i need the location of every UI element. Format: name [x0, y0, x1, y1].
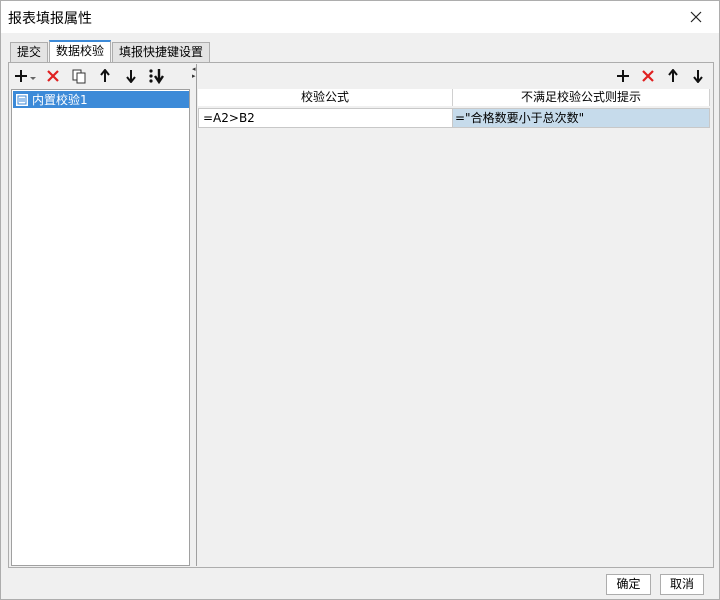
delete-button[interactable]: [40, 65, 66, 87]
table-row: =A2>B2 ="合格数要小于总次数": [198, 108, 710, 128]
collapse-right-icon[interactable]: ▸: [192, 73, 196, 80]
column-header-message: 不满足校验公式则提示: [453, 89, 710, 106]
list-item-label: 内置校验1: [32, 93, 88, 107]
cancel-button[interactable]: 取消: [660, 574, 704, 595]
delete-formula-button[interactable]: [635, 65, 660, 87]
formula-cell[interactable]: =A2>B2: [198, 108, 453, 128]
delete-icon: [47, 70, 59, 82]
message-cell[interactable]: ="合格数要小于总次数": [453, 108, 710, 128]
report-fill-properties-dialog: 报表填报属性 提交 数据校验 填报快捷键设置 内置校验1 ◂ ▸ 校验公式 不满…: [0, 0, 720, 600]
add-dropdown-button[interactable]: [14, 65, 40, 87]
plus-icon: [616, 70, 629, 82]
validation-list-pane: 内置校验1: [10, 64, 195, 566]
left-toolbar: [10, 64, 195, 88]
title-bar: 报表填报属性: [1, 1, 719, 33]
close-button[interactable]: [673, 1, 719, 33]
delete-icon: [641, 70, 654, 82]
close-icon: [690, 11, 702, 23]
copy-icon: [72, 69, 86, 83]
right-toolbar: [610, 64, 710, 88]
move-formula-up-button[interactable]: [660, 65, 685, 87]
tab-panel: 内置校验1 ◂ ▸ 校验公式 不满足校验公式则提示 =A2>B2 ="合格数要小…: [8, 62, 714, 568]
move-bottom-button[interactable]: [144, 65, 170, 87]
tab-data-validation[interactable]: 数据校验: [49, 40, 112, 63]
ok-button[interactable]: 确定: [606, 574, 651, 595]
add-formula-button[interactable]: [610, 65, 635, 87]
tab-shortcut-settings[interactable]: 填报快捷键设置: [112, 42, 211, 62]
move-down-button[interactable]: [118, 65, 144, 87]
tab-bar: 提交 数据校验 填报快捷键设置: [10, 40, 211, 63]
grid-header: 校验公式 不满足校验公式则提示: [198, 89, 710, 106]
validation-formula-pane: 校验公式 不满足校验公式则提示 =A2>B2 ="合格数要小于总次数": [196, 64, 712, 566]
arrow-down-icon: [126, 70, 136, 83]
move-formula-down-button[interactable]: [685, 65, 710, 87]
move-to-bottom-icon: [149, 69, 164, 84]
arrow-up-icon: [667, 69, 678, 82]
validation-item-icon: [16, 93, 28, 106]
formula-grid: 校验公式 不满足校验公式则提示 =A2>B2 ="合格数要小于总次数": [198, 89, 711, 565]
column-header-formula: 校验公式: [198, 89, 453, 106]
copy-button[interactable]: [66, 65, 92, 87]
move-up-button[interactable]: [92, 65, 118, 87]
arrow-up-icon: [100, 69, 110, 82]
plus-dropdown-icon: [15, 70, 36, 82]
arrow-down-icon: [692, 70, 703, 83]
validation-list: 内置校验1: [11, 89, 190, 566]
list-item[interactable]: 内置校验1: [13, 91, 189, 108]
tab-submit[interactable]: 提交: [10, 42, 49, 62]
dialog-title: 报表填报属性: [8, 11, 92, 27]
